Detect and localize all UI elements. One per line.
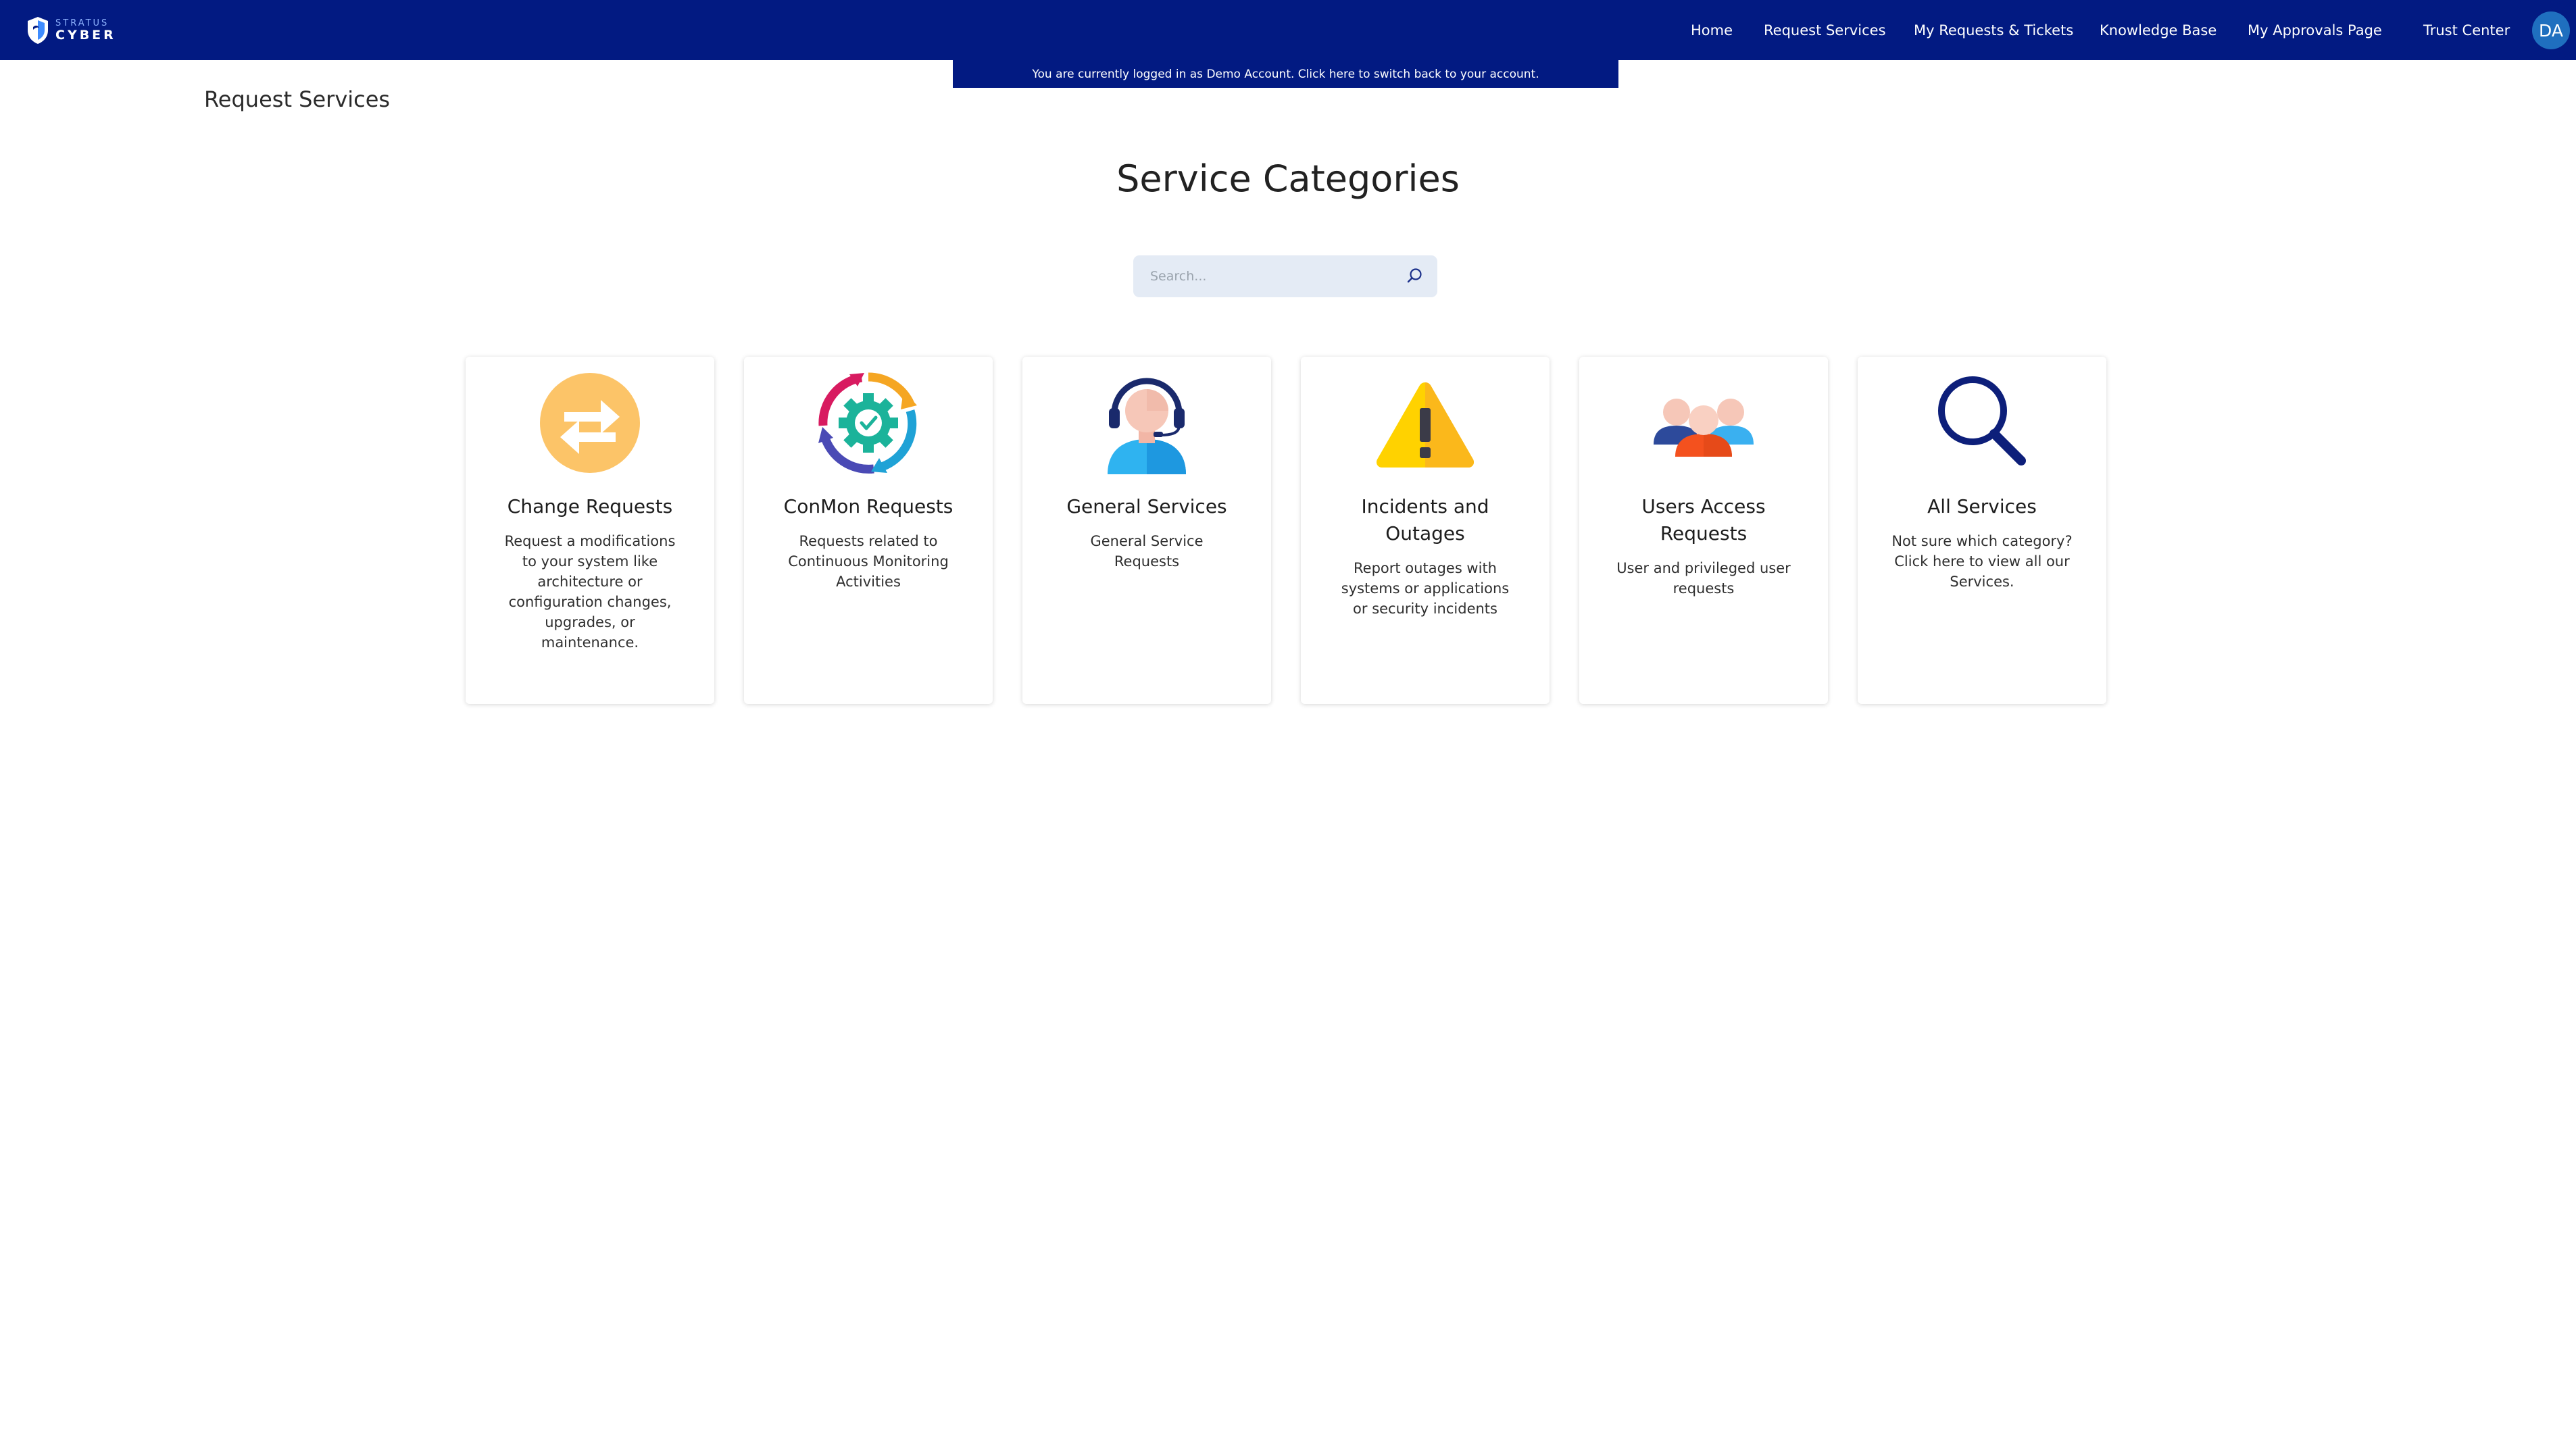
users-group-icon <box>1654 399 1754 457</box>
breadcrumb-title: Request Services <box>204 86 391 112</box>
top-navbar: STRATUS CYBER Home Request Services My R… <box>0 0 2576 60</box>
card-title: Users Access Requests <box>1641 495 1766 545</box>
category-card-incidents-outages[interactable]: Incidents and Outages Report outages wit… <box>1301 357 1550 704</box>
card-description: Request a modifications to your system l… <box>504 533 676 651</box>
card-title: Incidents and Outages <box>1361 495 1489 545</box>
card-title: All Services <box>1927 495 2037 518</box>
category-card-conmon-requests[interactable]: ConMon Requests Requests related to Cont… <box>744 357 993 704</box>
nav-my-approvals-page[interactable]: My Approvals Page <box>2248 0 2382 60</box>
nav-home[interactable]: Home <box>1691 0 1733 60</box>
page-title: Service Categories <box>1116 157 1460 200</box>
nav-my-requests-tickets[interactable]: My Requests & Tickets <box>1914 0 2073 60</box>
nav-request-services[interactable]: Request Services <box>1764 0 1886 60</box>
category-card-users-access-requests[interactable]: Users Access Requests User and privilege… <box>1579 357 1828 704</box>
headset-agent-icon <box>1108 378 1186 474</box>
search-icon[interactable] <box>1404 266 1425 286</box>
gear-cycle-icon <box>818 372 917 474</box>
category-card-change-requests[interactable]: Change Requests Request a modifications … <box>466 357 714 704</box>
card-description: Report outages with systems or applicati… <box>1341 560 1510 617</box>
category-card-all-services[interactable]: All Services Not sure which category? Cl… <box>1858 357 2106 704</box>
nav-knowledge-base[interactable]: Knowledge Base <box>2100 0 2216 60</box>
card-description: User and privileged user requests <box>1616 560 1791 597</box>
search-bar <box>1133 255 1437 297</box>
card-title: Change Requests <box>507 495 673 518</box>
card-description: Requests related to Continuous Monitorin… <box>788 533 949 590</box>
card-description: General Service Requests <box>1090 533 1204 570</box>
brand-name-bottom: CYBER <box>55 28 116 43</box>
magnifier-icon <box>1938 376 2026 465</box>
category-card-general-services[interactable]: General Services General Service Request… <box>1022 357 1271 704</box>
swap-arrows-icon <box>540 373 640 473</box>
user-avatar[interactable]: DA <box>2532 11 2570 49</box>
warning-triangle-icon <box>1376 382 1475 468</box>
nav-trust-center[interactable]: Trust Center <box>2423 0 2510 60</box>
brand-logo[interactable]: STRATUS CYBER <box>26 15 116 46</box>
card-title: ConMon Requests <box>783 495 953 518</box>
brand-name-top: STRATUS <box>55 18 109 28</box>
search-input[interactable] <box>1133 255 1397 297</box>
card-description: Not sure which category? Click here to v… <box>1891 533 2073 590</box>
demo-account-banner[interactable]: You are currently logged in as Demo Acco… <box>953 60 1618 88</box>
shield-logo-icon <box>28 17 48 44</box>
card-title: General Services <box>1066 495 1227 518</box>
